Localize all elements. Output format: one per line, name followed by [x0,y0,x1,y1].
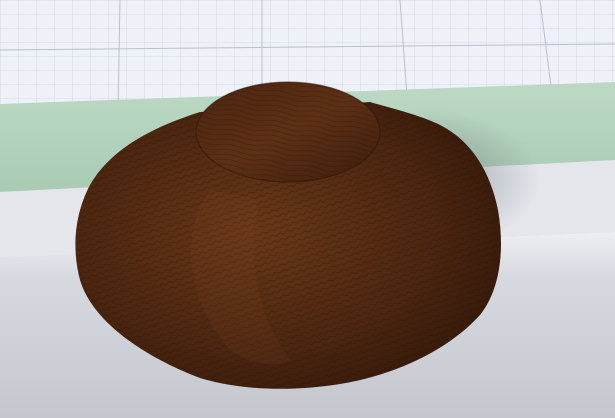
viewport-scene [0,0,615,418]
